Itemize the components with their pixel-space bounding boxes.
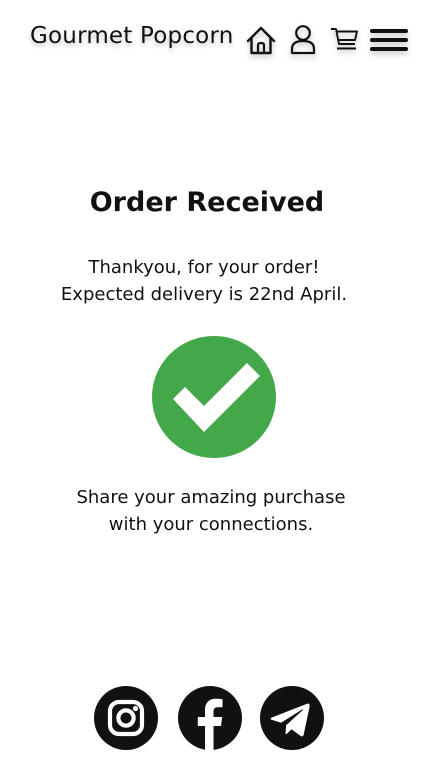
check-circle-icon bbox=[152, 336, 276, 458]
delivery-message: Expected delivery is 22nd April. bbox=[60, 284, 348, 305]
share-message-line-1: Share your amazing purchase bbox=[76, 487, 346, 508]
brand-title[interactable]: Gourmet Popcorn bbox=[30, 19, 233, 53]
thanks-message: Thankyou, for your order! bbox=[88, 257, 320, 278]
hamburger-menu-icon[interactable] bbox=[369, 27, 409, 53]
instagram-icon[interactable] bbox=[94, 686, 158, 750]
user-icon[interactable] bbox=[289, 24, 317, 55]
cart-icon[interactable] bbox=[330, 26, 359, 54]
home-icon[interactable] bbox=[246, 25, 276, 55]
page-title: Order Received bbox=[89, 187, 325, 218]
share-message-line-2: with your connections. bbox=[108, 514, 314, 535]
header: Gourmet Popcorn bbox=[0, 0, 428, 80]
facebook-icon[interactable] bbox=[178, 686, 242, 750]
telegram-icon[interactable] bbox=[260, 686, 324, 750]
